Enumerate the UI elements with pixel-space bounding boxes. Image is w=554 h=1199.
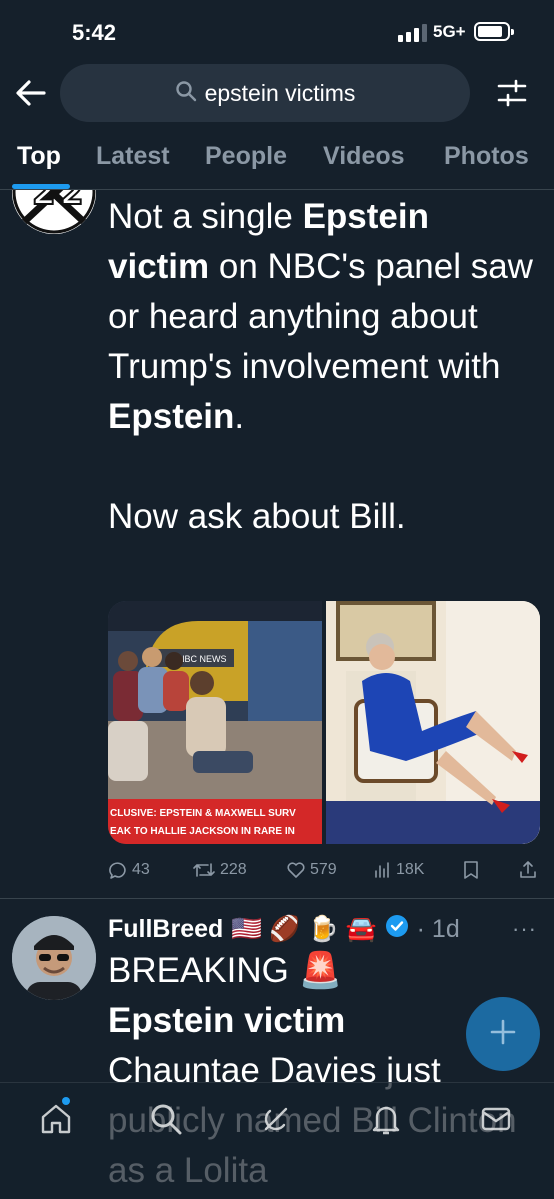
home-notification-dot (62, 1097, 70, 1105)
more-options-icon[interactable]: ··· (512, 916, 537, 942)
reply-icon (108, 860, 128, 880)
like-count: 579 (310, 861, 337, 878)
tweet-media[interactable]: NBC NEWS CLUSIVE: EPSTEIN & MAXWELL SURV… (108, 601, 540, 844)
repost-icon (192, 860, 216, 880)
tweet-text-part: Now ask about Bill. (108, 497, 406, 536)
media-image-painting[interactable] (326, 601, 540, 844)
heart-icon (286, 860, 306, 880)
nbc-label: NBC NEWS (178, 654, 227, 664)
bookmark-icon (462, 860, 480, 880)
messages-envelope-icon[interactable] (478, 1101, 514, 1137)
tweet-text-part: . (234, 397, 245, 436)
cellular-signal-icon (398, 24, 427, 42)
author-emojis: 🇺🇸 🏈 🍺 🚘 (231, 914, 377, 943)
battery-icon (474, 22, 514, 41)
tab-people-label[interactable]: People (205, 142, 287, 171)
share-button[interactable] (518, 860, 538, 880)
search-filter-icon[interactable] (496, 78, 528, 108)
views-count: 18K (396, 861, 425, 878)
tweet-text-part: BREAKING 🚨 (108, 951, 343, 990)
search-nav-icon[interactable] (148, 1101, 184, 1137)
notifications-bell-icon[interactable] (368, 1101, 404, 1137)
views-button[interactable]: 18K (372, 860, 424, 880)
plus-icon (489, 1018, 517, 1051)
media-banner-line1: CLUSIVE: EPSTEIN & MAXWELL SURV (110, 808, 296, 819)
tweet-text-bold: Epstein (108, 397, 235, 436)
tweet-text-bold: Epstein victim (108, 1001, 346, 1040)
search-input[interactable]: epstein victims (60, 64, 470, 122)
reply-count: 43 (132, 861, 150, 878)
home-icon[interactable] (38, 1101, 74, 1137)
author-name[interactable]: FullBreed (108, 915, 223, 944)
repost-count: 228 (220, 861, 247, 878)
tab-photos-label[interactable]: Photos (444, 142, 529, 171)
tweet-author-row: FullBreed 🇺🇸 🏈 🍺 🚘 · 1d (108, 912, 460, 946)
tab-videos-label[interactable]: Videos (323, 142, 405, 171)
views-chart-icon (372, 860, 392, 880)
like-button[interactable]: 579 (286, 860, 337, 880)
tweet-actions: 43 228 579 18K (108, 860, 538, 886)
compose-button[interactable] (466, 997, 540, 1071)
back-arrow-icon[interactable] (14, 78, 48, 108)
search-query: epstein victims (204, 79, 356, 106)
media-image-nbc-panel[interactable]: NBC NEWS CLUSIVE: EPSTEIN & MAXWELL SURV… (108, 601, 322, 844)
tweet-time: · 1d (416, 914, 460, 943)
repost-button[interactable]: 228 (192, 860, 247, 880)
tweet-text-part: Not a single (108, 197, 303, 236)
tweet-divider (0, 898, 554, 899)
media-banner-line2: EAK TO HALLIE JACKSON IN RARE IN (110, 826, 295, 837)
status-bar: 5:42 5G+ (0, 0, 554, 60)
tab-latest-label[interactable]: Latest (96, 142, 170, 171)
grok-icon[interactable] (258, 1101, 294, 1137)
search-tabs-overlay: Top Latest People Videos Photos (0, 132, 554, 190)
reply-button[interactable]: 43 (108, 860, 150, 880)
avatar[interactable] (12, 916, 96, 1000)
bookmark-button[interactable] (462, 860, 480, 880)
status-time: 5:42 (72, 20, 117, 45)
share-icon (518, 860, 538, 880)
verified-badge-icon (385, 914, 409, 945)
tab-top-label[interactable]: Top (17, 142, 61, 171)
search-icon (175, 80, 197, 107)
network-type: 5G+ (433, 22, 466, 41)
tweet-text[interactable]: Not a single Epstein victim on NBC's pan… (108, 192, 538, 542)
bottom-navigation (0, 1082, 554, 1199)
tabs-divider (0, 189, 554, 190)
